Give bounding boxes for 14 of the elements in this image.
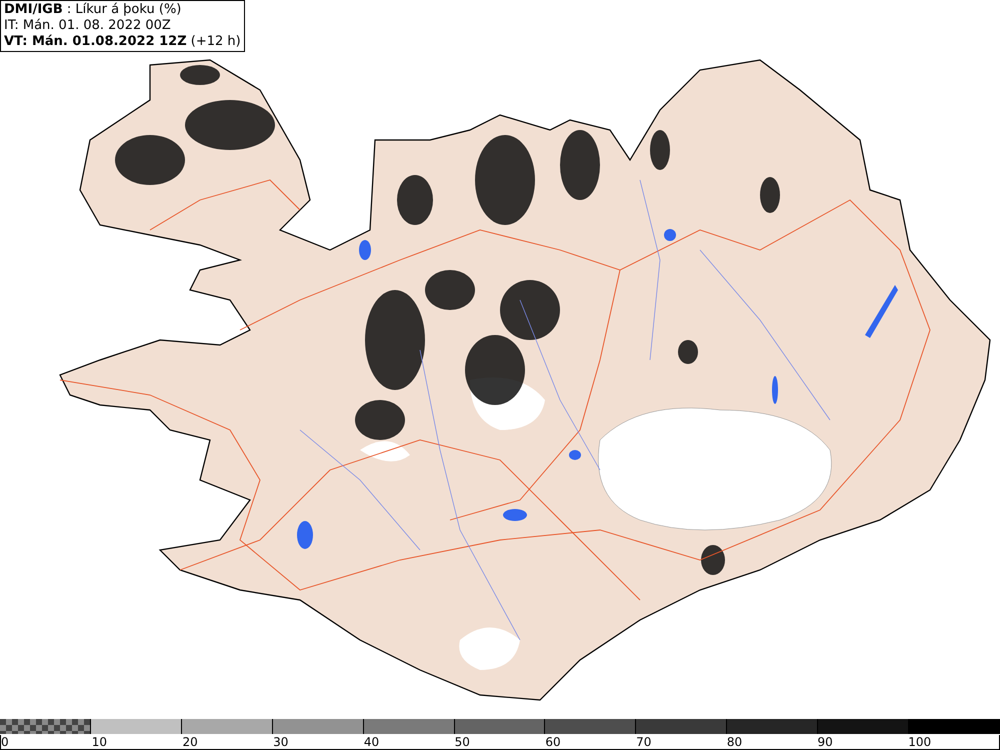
- scale-tick-label: 90: [818, 735, 833, 749]
- map-title: DMI/IGB : Líkur á þoku (%): [4, 2, 182, 18]
- scale-tick-label: 0: [1, 735, 9, 749]
- valid-time: VT: Mán. 01.08.2022 12Z (+12 h): [4, 34, 241, 50]
- scale-tick-label: 80: [726, 735, 742, 749]
- scale-tick-label: 30: [273, 735, 288, 749]
- scale-tick-label: 10: [92, 735, 107, 749]
- scale-tick-label: 40: [364, 735, 380, 749]
- scale-tick-label: 20: [182, 735, 198, 749]
- issue-time: IT: Mán. 01. 08. 2022 00Z: [4, 18, 172, 34]
- scale-tick-label: 50: [454, 735, 470, 749]
- scale-tick-label: 60: [545, 735, 561, 749]
- scale-tick-label: 100: [908, 735, 932, 749]
- scale-tick-label: 70: [636, 735, 652, 749]
